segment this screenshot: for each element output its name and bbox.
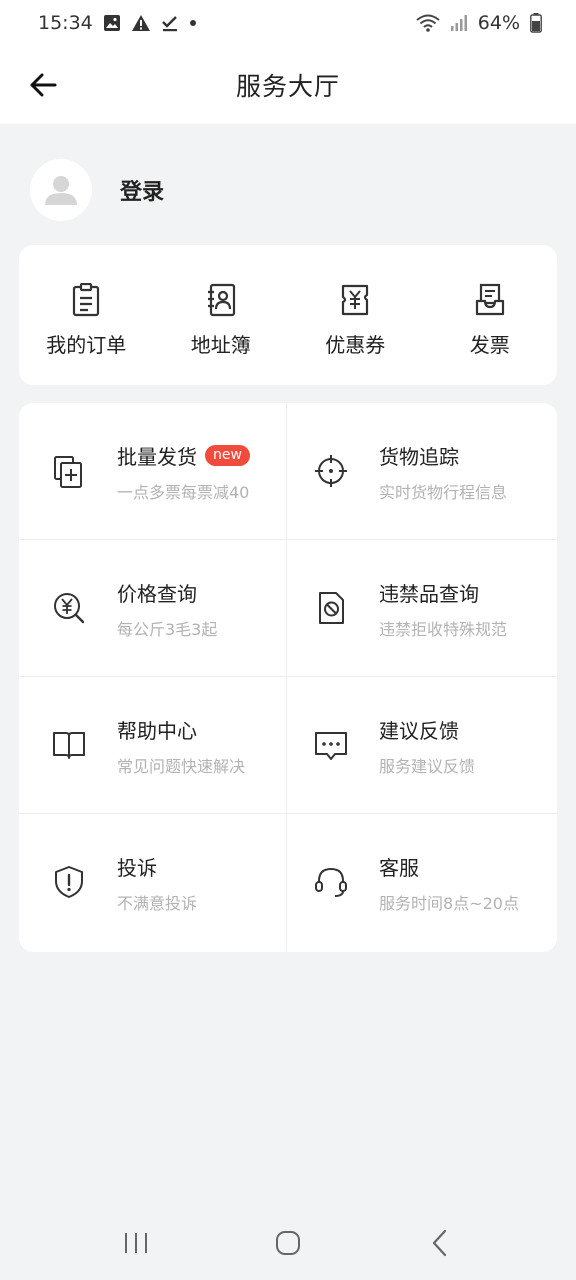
status-time: 15:34 [38,12,93,34]
service-subtitle: 违禁拒收特殊规范 [379,620,508,639]
quick-action-label: 我的订单 [46,333,127,357]
page-title: 服务大厅 [235,72,340,101]
user-placeholder-icon [45,176,77,205]
wifi-icon [416,14,440,32]
quick-action-invoices[interactable]: 发票 [423,245,558,385]
prohibited-icon [319,592,344,624]
battery-percent: 64% [477,12,520,34]
recent-apps-button[interactable] [106,1213,166,1273]
home-button[interactable] [258,1213,318,1273]
feedback-icon [315,732,347,760]
new-badge: new [205,445,250,466]
chevron-left-icon [432,1229,447,1257]
dot-notification-icon [189,20,196,26]
warning-notification-icon [131,15,150,31]
service-title-row: 货物追踪 [379,441,459,470]
service-title-row: 建议反馈 [379,715,459,744]
arrow-left-icon [30,73,57,97]
service-title: 投诉 [117,856,157,880]
service-subtitle: 服务建议反馈 [379,757,476,776]
quick-action-label: 优惠券 [325,333,386,357]
service-title: 违禁品查询 [379,582,479,606]
address-book-icon [207,283,235,317]
login-label: 登录 [120,180,165,205]
service-title: 建议反馈 [379,719,459,743]
login-entry[interactable]: 登录 [30,158,164,222]
service-prohibited-query[interactable]: 违禁品查询 违禁拒收特殊规范 [287,540,557,677]
back-nav-button[interactable] [410,1213,470,1273]
quick-action-address-book[interactable]: 地址簿 [154,245,289,385]
quick-actions-card: 我的订单 地址簿 优惠券 发票 [19,245,557,385]
crosshair-icon [315,455,347,487]
service-title: 价格查询 [117,582,197,606]
book-icon [53,732,85,759]
service-help-center[interactable]: 帮助中心 常见问题快速解决 [19,677,287,814]
back-button[interactable] [22,64,64,106]
service-title: 帮助中心 [117,719,197,743]
status-right: 64% [416,12,542,34]
service-title: 货物追踪 [379,445,459,469]
service-title-row: 客服 [379,852,419,881]
services-grid: 批量发货 new 一点多票每票减40 货物追踪 实时货物行程信息 价格查询 每公… [19,403,557,952]
batch-shipping-icon [54,456,82,488]
service-batch-shipping[interactable]: 批量发货 new 一点多票每票减40 [19,403,287,540]
quick-action-label: 发票 [469,333,510,357]
task-done-notification-icon [161,16,177,32]
recent-apps-icon [125,1233,147,1253]
service-title: 批量发货 [117,445,197,469]
avatar [30,159,92,221]
quick-action-label: 地址簿 [190,333,251,357]
quick-action-coupons[interactable]: 优惠券 [288,245,423,385]
service-title-row: 帮助中心 [117,715,197,744]
shield-alert-icon [55,866,83,898]
invoice-icon [475,283,504,316]
app-header: 服务大厅 [0,46,576,124]
status-bar: 15:34 64% [0,0,576,46]
service-title-row: 违禁品查询 [379,578,479,607]
service-price-query[interactable]: 价格查询 每公斤3毛3起 [19,540,287,677]
home-icon [276,1231,300,1255]
service-title-row: 价格查询 [117,578,197,607]
price-search-icon [54,593,85,624]
battery-icon [530,13,542,33]
service-customer-service[interactable]: 客服 服务时间8点~20点 [287,814,557,951]
service-subtitle: 不满意投诉 [117,894,198,913]
status-left: 15:34 [38,12,197,34]
service-title-row: 投诉 [117,852,157,881]
headset-icon [315,867,347,897]
service-subtitle: 每公斤3毛3起 [117,620,218,639]
coupon-icon [342,284,369,316]
service-cargo-tracking[interactable]: 货物追踪 实时货物行程信息 [287,403,557,540]
service-title-row: 批量发货 new [117,441,250,470]
signal-icon [450,15,467,31]
system-nav-bar [0,1206,576,1280]
service-subtitle: 常见问题快速解决 [117,757,246,776]
service-subtitle: 服务时间8点~20点 [379,894,519,913]
service-feedback[interactable]: 建议反馈 服务建议反馈 [287,677,557,814]
quick-action-my-orders[interactable]: 我的订单 [19,245,154,385]
service-subtitle: 实时货物行程信息 [379,483,508,502]
gallery-notification-icon [103,15,120,31]
service-title: 客服 [379,856,419,880]
clipboard-icon [73,283,100,317]
service-subtitle: 一点多票每票减40 [117,483,250,502]
service-complaint[interactable]: 投诉 不满意投诉 [19,814,287,951]
